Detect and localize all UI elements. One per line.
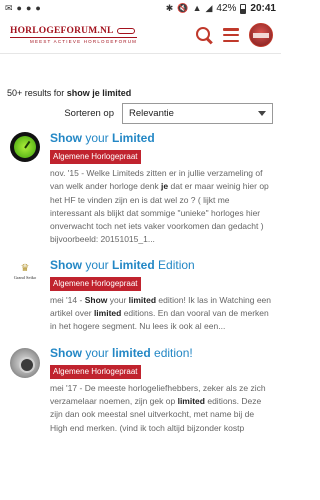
header-actions (195, 23, 273, 47)
site-header: HORLOGEFORUM.NL MEEST ACTIEVE HORLOGEFOR… (0, 17, 281, 54)
notification-icon: ● (25, 3, 32, 13)
bluetooth-icon: ✱ (165, 3, 174, 13)
mail-icon: ✉ (5, 3, 13, 13)
result-excerpt: nov. '15 - Welke Limiteds zitten er in j… (50, 168, 269, 245)
sort-select[interactable]: Relevantie (122, 102, 273, 124)
gear-icon[interactable] (10, 347, 40, 378)
result-item: ♛ Grand Seiko Show your Limited Edition … (0, 258, 281, 334)
category-badge[interactable]: Algemene Horlogepraat (50, 364, 141, 379)
battery-icon (240, 3, 247, 14)
logo-watch-icon (116, 28, 135, 34)
status-left: ✉ ● ● ● (5, 4, 41, 13)
sort-selected-value: Relevantie (129, 107, 174, 119)
crown-icon: ♛ (20, 262, 30, 274)
site-logo[interactable]: HORLOGEFORUM.NL MEEST ACTIEVE HORLOGEFOR… (10, 26, 138, 44)
mute-icon: 🔇 (177, 3, 189, 13)
results-count: 50+ results for show je limited (7, 88, 132, 98)
logo-subtext: MEEST ACTIEVE HORLOGEFORUM (30, 39, 138, 44)
logo-text: HORLOGEFORUM.NL (10, 26, 114, 36)
result-title[interactable]: Show your Limited (50, 131, 275, 146)
signal-icon: ◢ (205, 3, 213, 13)
result-item: Show your Limited Algemene Horlogepraat … (0, 131, 281, 247)
search-query: show je limited (66, 88, 132, 98)
result-item: Show your limited edition! Algemene Horl… (0, 346, 281, 435)
category-badge[interactable]: Algemene Horlogepraat (50, 150, 141, 164)
results-list: Show your Limited Algemene Horlogepraat … (0, 124, 281, 435)
menu-icon[interactable] (223, 28, 239, 42)
sort-label: Sorteren op (64, 107, 114, 119)
result-title[interactable]: Show your Limited Edition (50, 258, 275, 273)
notification-icon: ● (35, 3, 41, 13)
search-icon[interactable] (195, 26, 213, 44)
status-right: ✱ 🔇 ▲ ◢ 42% 20:41 (166, 3, 276, 14)
result-excerpt: mei '17 - De meeste horlogeliefhebbers, … (50, 382, 266, 433)
grand-seiko-logo[interactable]: ♛ Grand Seiko (14, 262, 37, 334)
clock: 20:41 (250, 3, 276, 14)
wifi-icon: ▲ (192, 3, 202, 13)
status-bar: ✉ ● ● ● ✱ 🔇 ▲ ◢ 42% 20:41 (0, 0, 281, 17)
sort-row: Sorteren op Relevantie (0, 102, 281, 124)
chevron-down-icon (258, 110, 266, 116)
notification-icon: ● (16, 3, 22, 13)
result-excerpt: mei '14 - Show your limited edition! Ik … (50, 294, 272, 332)
category-badge[interactable]: Algemene Horlogepraat (50, 276, 141, 291)
avatar[interactable] (249, 23, 273, 47)
result-title[interactable]: Show your limited edition! (50, 346, 275, 361)
green-watch-icon[interactable] (10, 132, 40, 162)
battery-percent: 42% (216, 3, 237, 14)
